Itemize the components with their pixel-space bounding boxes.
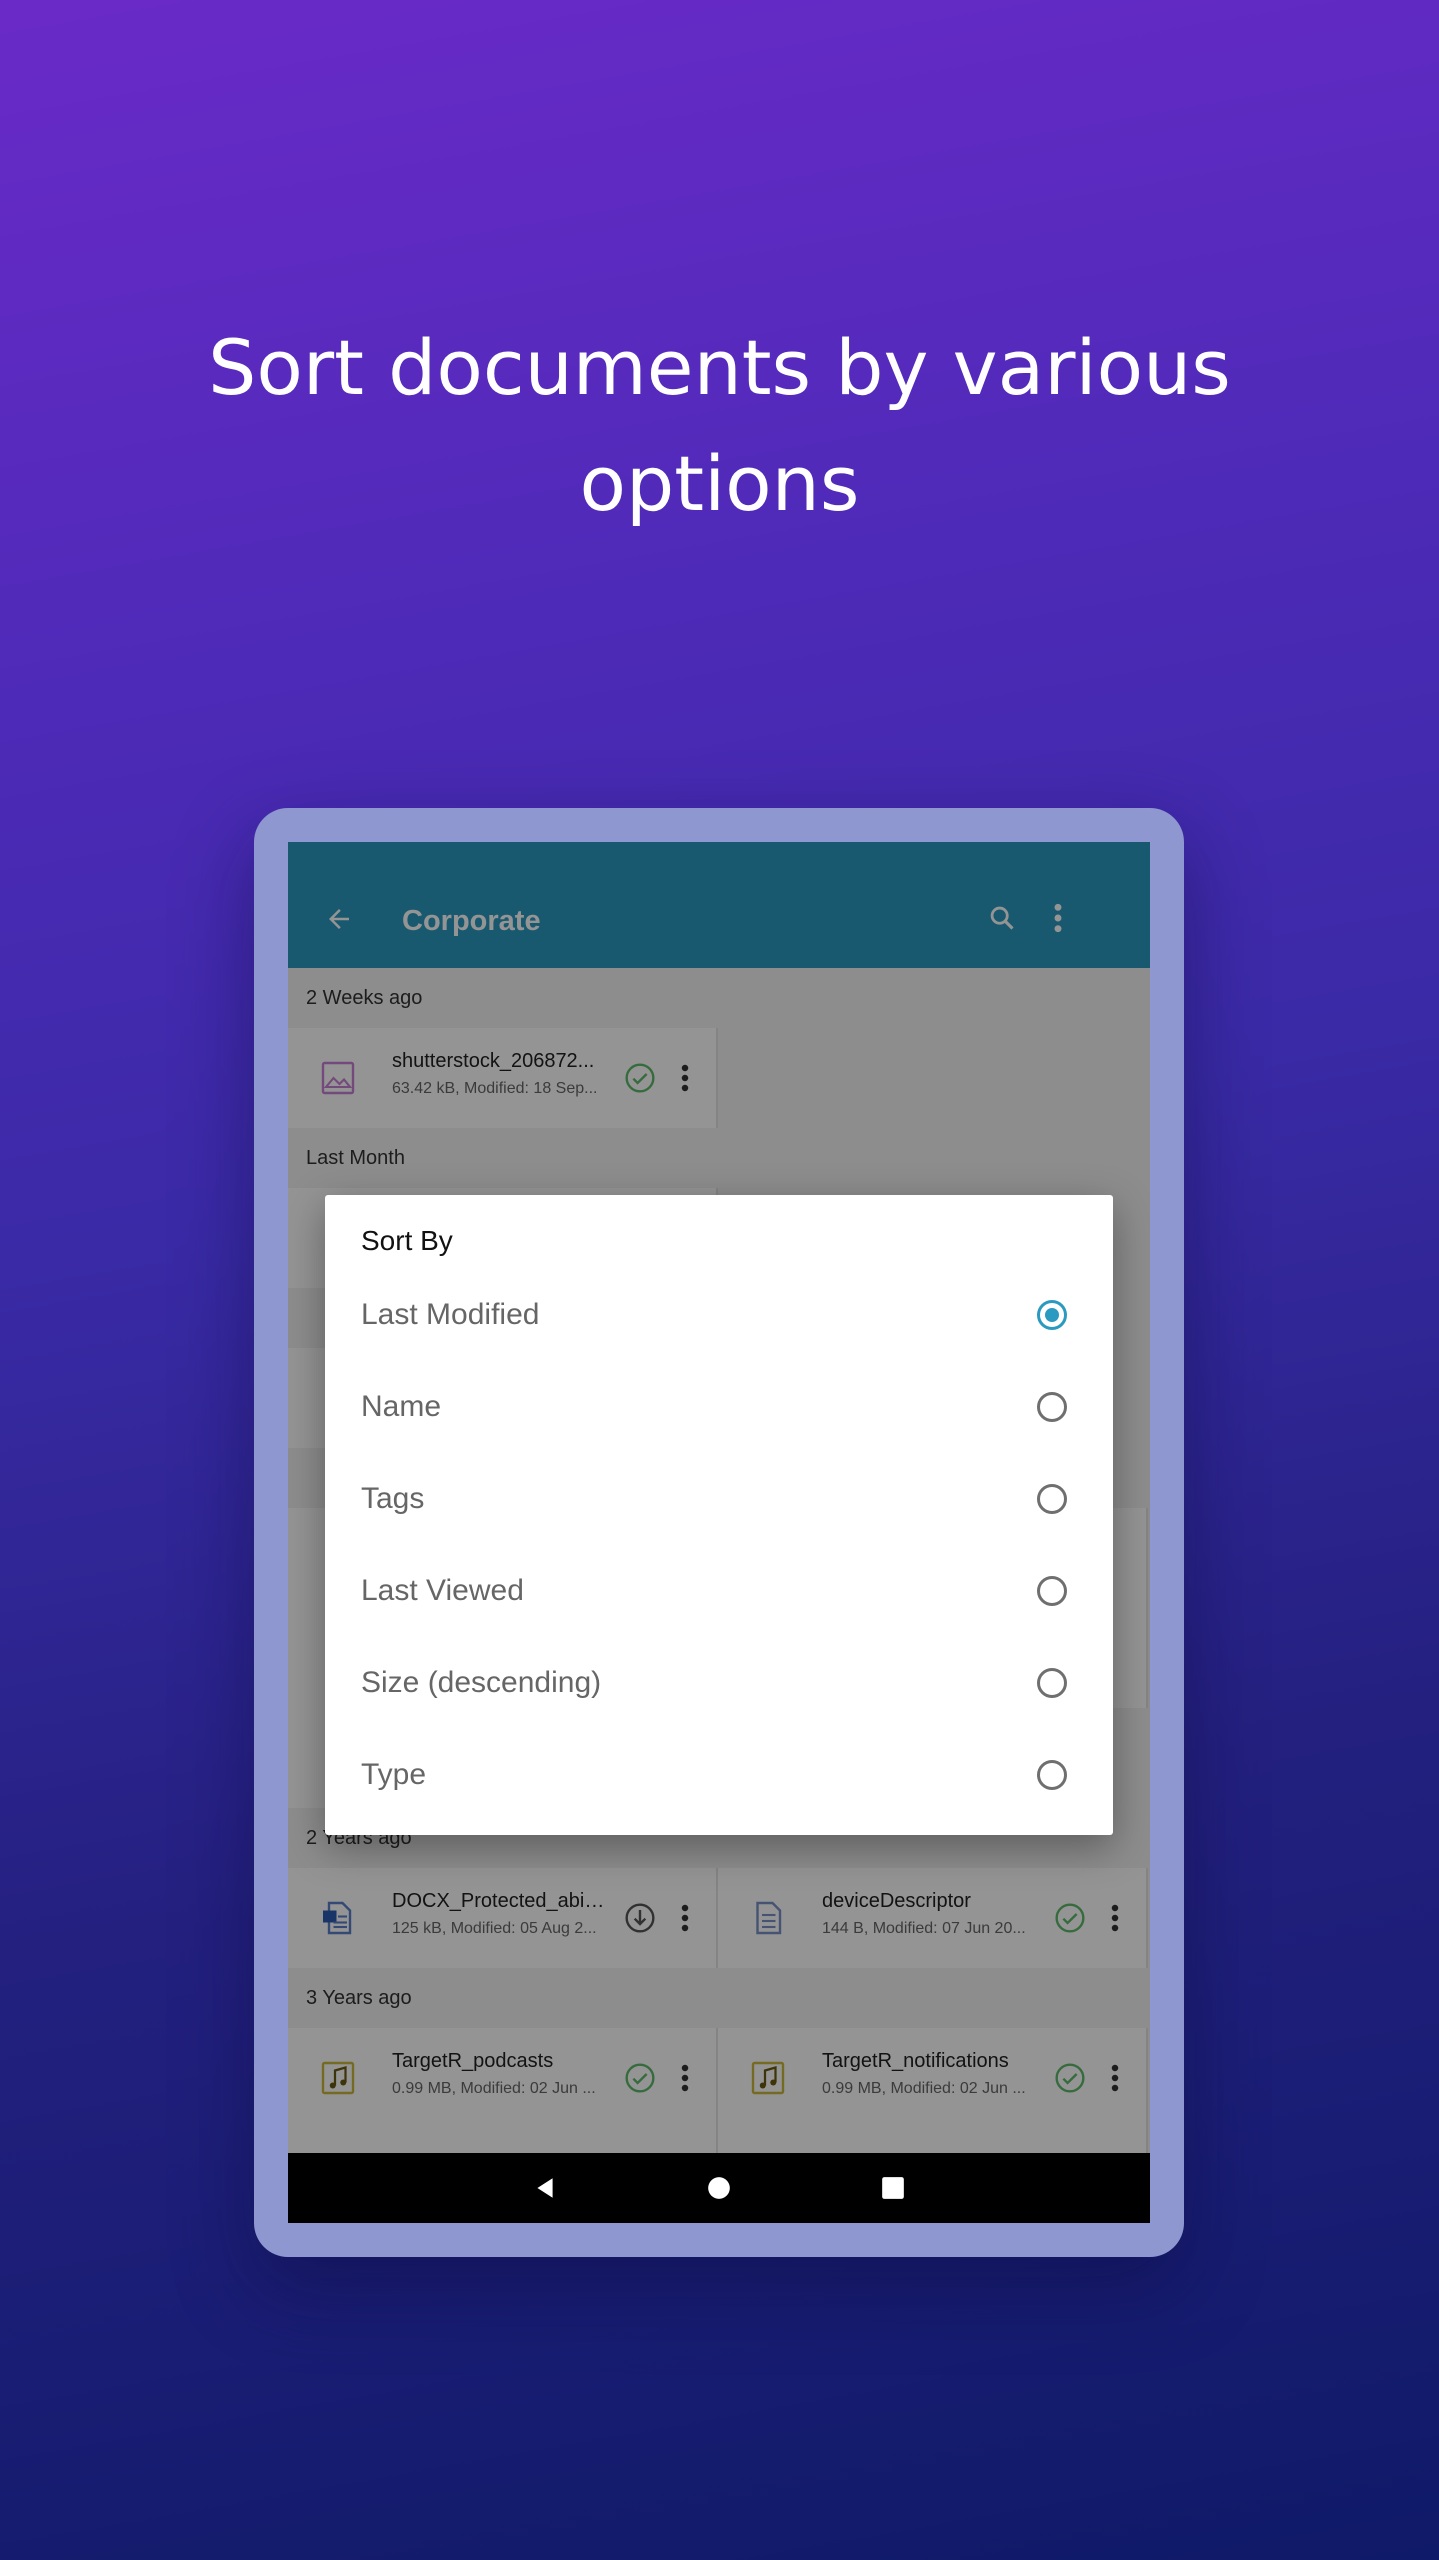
dialog-title: Sort By <box>361 1225 453 1256</box>
option-label: Last Viewed <box>361 1574 524 1607</box>
sort-option-size-descending[interactable]: Size (descending) <box>325 1637 1113 1729</box>
sort-option-last-viewed[interactable]: Last Viewed <box>325 1545 1113 1637</box>
device-screen: Corporate 2 Weeks ago shutterstock_20687… <box>288 842 1150 2223</box>
radio-unselected-icon[interactable] <box>1037 1392 1067 1422</box>
sort-option-last-modified[interactable]: Last Modified <box>325 1269 1113 1361</box>
sort-option-tags[interactable]: Tags <box>325 1453 1113 1545</box>
radio-unselected-icon[interactable] <box>1037 1668 1067 1698</box>
nav-recents-icon[interactable] <box>880 2175 906 2201</box>
option-label: Tags <box>361 1482 425 1515</box>
sort-dialog: Sort By Last Modified Name Tags Last Vie… <box>325 1195 1113 1835</box>
option-label: Last Modified <box>361 1298 540 1331</box>
sort-option-type[interactable]: Type <box>325 1729 1113 1821</box>
nav-home-icon[interactable] <box>706 2175 732 2201</box>
sort-option-name[interactable]: Name <box>325 1361 1113 1453</box>
radio-unselected-icon[interactable] <box>1037 1576 1067 1606</box>
nav-back-icon[interactable] <box>532 2175 558 2201</box>
tablet-frame: Corporate 2 Weeks ago shutterstock_20687… <box>254 808 1184 2257</box>
system-nav-bar <box>288 2153 1150 2223</box>
radio-unselected-icon[interactable] <box>1037 1484 1067 1514</box>
option-label: Name <box>361 1390 442 1423</box>
headline-line-1: Sort documents by various <box>208 323 1231 412</box>
option-label: Size (descending) <box>361 1666 602 1699</box>
headline: Sort documents by various options <box>0 310 1439 542</box>
option-label: Type <box>361 1758 427 1791</box>
radio-unselected-icon[interactable] <box>1037 1760 1067 1790</box>
headline-line-2: options <box>579 439 860 528</box>
radio-selected-icon[interactable] <box>1037 1300 1067 1330</box>
